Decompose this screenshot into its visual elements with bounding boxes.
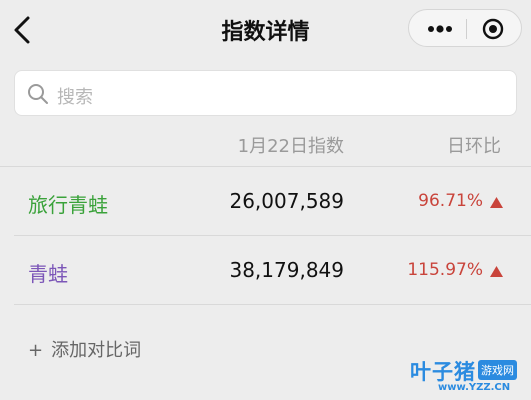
search-input[interactable]: 搜索: [14, 70, 517, 116]
daily-ratio: 96.71%: [418, 191, 483, 211]
more-dots-icon[interactable]: [427, 24, 453, 34]
daily-ratio: 115.97%: [407, 260, 483, 280]
keyword-name: 青蛙: [28, 262, 68, 286]
column-header-ratio: 日环比: [447, 136, 501, 157]
column-header-index: 1月22日指数: [237, 136, 344, 157]
mini-program-capsule: [408, 9, 522, 47]
table-row[interactable]: 旅行青蛙 26,007,589 96.71%: [0, 167, 531, 235]
triangle-up-icon: [490, 197, 503, 208]
plus-icon: +: [28, 340, 44, 361]
table-row[interactable]: 青蛙 38,179,849 115.97%: [0, 236, 531, 304]
search-icon: [28, 84, 48, 104]
watermark-url: www.YZZ.CN: [438, 382, 511, 393]
add-compare-button[interactable]: + 添加对比词: [28, 336, 141, 362]
keyword-name: 旅行青蛙: [28, 193, 108, 217]
watermark-logo: 叶子猪 游戏网 www.YZZ.CN: [402, 356, 522, 396]
index-value: 26,007,589: [229, 189, 344, 213]
table-header: 1月22日指数 日环比: [0, 132, 531, 166]
capsule-divider: [466, 19, 467, 39]
top-nav-bar: 指数详情: [0, 0, 531, 60]
search-placeholder: 搜索: [57, 87, 93, 108]
add-compare-label: 添加对比词: [51, 340, 142, 361]
watermark-tag: 游戏网: [478, 360, 517, 380]
target-close-icon[interactable]: [482, 18, 504, 40]
triangle-up-icon: [490, 266, 503, 277]
index-value: 38,179,849: [229, 258, 344, 282]
row-divider: [14, 304, 531, 305]
